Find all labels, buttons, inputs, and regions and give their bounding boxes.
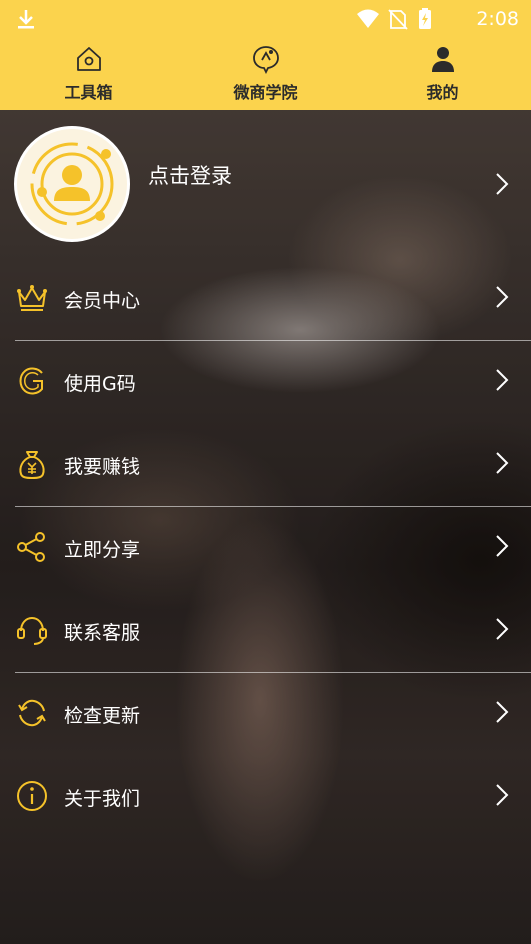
- refresh-icon: [16, 697, 48, 729]
- chevron-right-icon: [495, 617, 509, 641]
- menu-item-customer-service[interactable]: 联系客服: [0, 590, 531, 673]
- menu-item-use-g-code[interactable]: 使用G码: [0, 341, 531, 424]
- top-header: 2:08 工具箱 微商学院 我的: [0, 0, 531, 110]
- menu-item-label: 立即分享: [64, 539, 141, 561]
- menu-item-label: 关于我们: [64, 788, 141, 810]
- tab-toolbox-label: 工具箱: [64, 83, 113, 102]
- chevron-right-icon: [495, 285, 509, 309]
- tab-academy[interactable]: 微商学院: [177, 40, 354, 106]
- home-icon: [74, 44, 104, 74]
- chevron-right-icon: [495, 534, 509, 558]
- menu-list: 会员中心 使用G码 我要赚钱 立即分享 联系客服 检查更新 关于我们: [0, 258, 531, 839]
- wifi-icon: [357, 9, 379, 28]
- menu-item-earn-money[interactable]: 我要赚钱: [0, 424, 531, 507]
- share-icon: [16, 531, 48, 563]
- menu-item-label: 联系客服: [64, 622, 141, 644]
- chevron-right-icon: [495, 368, 509, 392]
- chevron-right-icon: [495, 172, 509, 196]
- menu-item-label: 使用G码: [64, 373, 136, 395]
- chevron-right-icon: [495, 451, 509, 475]
- headset-icon: [16, 614, 48, 646]
- chevron-right-icon: [495, 700, 509, 724]
- menu-item-vip-center[interactable]: 会员中心: [0, 258, 531, 341]
- academy-icon: [251, 44, 281, 75]
- tab-academy-label: 微商学院: [233, 83, 298, 102]
- g-code-icon: [16, 365, 48, 397]
- login-label: 点击登录: [148, 164, 232, 188]
- tab-mine-label: 我的: [426, 83, 459, 102]
- download-icon: [16, 8, 36, 30]
- battery-icon: [419, 8, 431, 29]
- crown-icon: [16, 282, 48, 314]
- tab-mine[interactable]: 我的: [354, 40, 531, 106]
- menu-item-label: 我要赚钱: [64, 456, 141, 478]
- tab-toolbox[interactable]: 工具箱: [0, 40, 177, 106]
- no-sim-icon: [388, 9, 408, 30]
- menu-item-share[interactable]: 立即分享: [0, 507, 531, 590]
- user-avatar-icon[interactable]: [14, 126, 130, 242]
- chevron-right-icon: [495, 783, 509, 807]
- menu-item-check-update[interactable]: 检查更新: [0, 673, 531, 756]
- profile-row[interactable]: 点击登录: [0, 122, 531, 248]
- person-icon: [428, 44, 458, 74]
- menu-item-about-us[interactable]: 关于我们: [0, 756, 531, 839]
- info-icon: [16, 780, 48, 812]
- menu-item-label: 检查更新: [64, 705, 141, 727]
- menu-item-label: 会员中心: [64, 290, 141, 312]
- money-bag-icon: [16, 448, 48, 480]
- status-bar: 2:08: [0, 0, 531, 38]
- tab-bar: 工具箱 微商学院 我的: [0, 40, 531, 106]
- status-time: 2:08: [476, 8, 519, 30]
- status-icons: [355, 8, 445, 30]
